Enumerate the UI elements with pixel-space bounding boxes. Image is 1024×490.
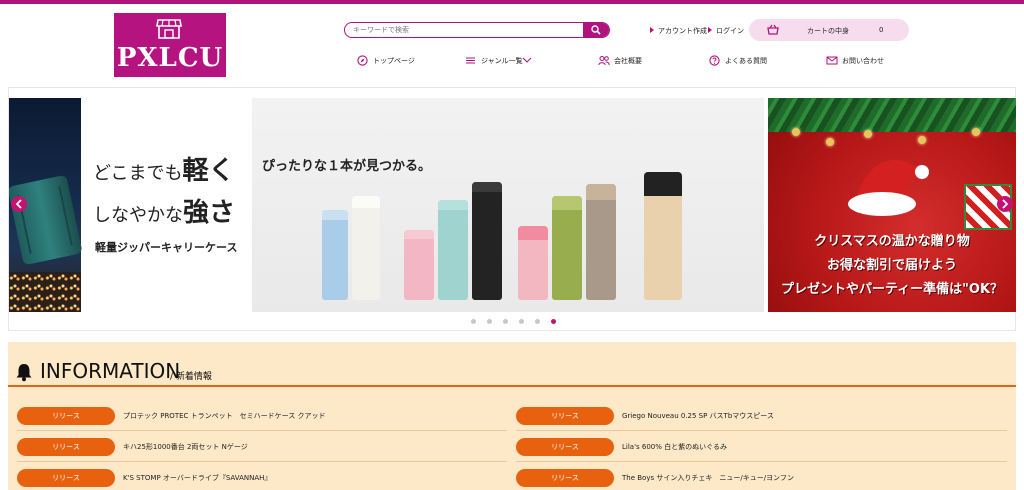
nav-faq-label: よくある質問 (725, 57, 767, 65)
ornament-image (918, 136, 926, 144)
slider-dot[interactable] (487, 319, 492, 324)
information-divider (8, 385, 1016, 387)
city-lights-image (9, 272, 81, 312)
bottle-image (322, 210, 348, 300)
bottle-image (472, 182, 502, 300)
news-divider (17, 461, 507, 462)
site-logo[interactable]: PXLCU (114, 13, 226, 77)
bottle-image (352, 196, 380, 300)
news-divider (17, 430, 507, 431)
carry-case-product-name: 軽量ジッパーキャリーケース (95, 241, 238, 254)
information-title: INFORMATION (40, 359, 181, 383)
cart-label: カートの中身 (807, 27, 849, 35)
ornament-image (826, 138, 834, 146)
news-badge: リリース (17, 438, 115, 456)
basket-icon (767, 24, 779, 35)
slide-christmas[interactable]: クリスマスの温かな贈り物 お得な割引で届けよう プレゼントやパーティー準備は"O… (768, 98, 1016, 312)
search-input[interactable] (353, 23, 578, 36)
search-icon (591, 25, 601, 35)
cart-count: 0 (879, 26, 884, 34)
nav-company-label: 会社概要 (614, 57, 642, 65)
information-section: INFORMATION / 新着情報 リリース プロテック PROTEC トラン… (8, 342, 1016, 490)
headline-1-big: 軽く (182, 156, 235, 186)
slider-dot[interactable] (519, 319, 524, 324)
search-button[interactable] (583, 23, 609, 37)
compass-icon (357, 55, 368, 66)
slider-next-button[interactable] (997, 196, 1013, 212)
cart-button[interactable]: カートの中身 0 (749, 19, 909, 41)
news-badge: リリース (516, 407, 614, 425)
chevron-right-icon (1002, 199, 1009, 209)
question-icon (709, 55, 720, 66)
news-divider (516, 461, 1007, 462)
news-badge: リリース (17, 469, 115, 487)
headline-2-big: 強さ (183, 198, 236, 228)
carry-case-headline-2: しなやかな強さ (93, 192, 235, 229)
headline-1-prefix: どこまでも (93, 163, 183, 184)
people-icon (598, 56, 610, 66)
slider-dot-active[interactable] (551, 319, 556, 324)
ornament-image (864, 130, 872, 138)
slider-dot[interactable] (503, 319, 508, 324)
news-badge: リリース (516, 438, 614, 456)
slide-bottles[interactable]: ぴったりな１本が見つかる。 (252, 98, 764, 312)
garland-image (768, 98, 1016, 132)
store-icon (156, 19, 182, 39)
bottle-image (586, 184, 616, 300)
news-badge: リリース (17, 407, 115, 425)
bell-icon (16, 364, 32, 382)
create-account-link[interactable]: アカウント作成 (650, 26, 707, 36)
nav-top-page-label: トップページ (373, 57, 415, 65)
logo-text: PXLCU (116, 43, 224, 73)
nav-genre-list-label: ジャンル一覧 (481, 57, 523, 65)
menu-icon (466, 57, 475, 64)
slide-carry-case[interactable]: どこまでも軽く しなやかな強さ 軽量ジッパーキャリーケース (9, 98, 249, 312)
slider-dot[interactable] (471, 319, 476, 324)
slider-dot[interactable] (535, 319, 540, 324)
chevron-down-icon (522, 57, 532, 63)
news-title[interactable]: Lila's 600% 白と紫のぬいぐるみ (622, 442, 727, 452)
caret-right-icon (650, 27, 654, 33)
caret-right-icon (708, 27, 712, 33)
hero-slider[interactable]: どこまでも軽く しなやかな強さ 軽量ジッパーキャリーケース ぴったりな１本が見つ… (8, 87, 1016, 331)
login-label: ログイン (716, 27, 744, 35)
suitcase-image (9, 174, 83, 266)
news-title[interactable]: The Boys サイン入りチェキ ニュー/キュー/ヨンフン (622, 473, 794, 483)
bottle-image (518, 226, 548, 300)
bottle-image (438, 200, 468, 300)
news-title[interactable]: キハ25形1000番台 2両セット Nゲージ (123, 442, 248, 452)
mail-icon (826, 56, 838, 65)
top-accent-bar (0, 0, 1024, 4)
news-title[interactable]: Griego Nouveau 0.25 SP バスTbマウスピース (622, 411, 774, 421)
bottles-caption: ぴったりな１本が見つかる。 (262, 159, 432, 174)
news-title[interactable]: プロテック PROTEC トランペット セミハードケース クアッド (123, 411, 326, 421)
search-box[interactable] (344, 22, 610, 38)
chevron-left-icon (15, 199, 22, 209)
news-title[interactable]: K'S STOMP オーバードライブ『SAVANNAH』 (123, 473, 271, 483)
ornament-image (792, 128, 800, 136)
login-link[interactable]: ログイン (708, 26, 744, 36)
news-divider (516, 430, 1007, 431)
information-subtitle: / 新着情報 (170, 372, 212, 382)
bottle-image (404, 230, 434, 300)
nav-contact-label: お問い合わせ (842, 57, 884, 65)
ornament-image (972, 128, 980, 136)
slider-prev-button[interactable] (11, 196, 27, 212)
christmas-line-1: クリスマスの温かな贈り物 (814, 234, 970, 249)
santa-hat-image (848, 160, 929, 216)
bottle-image (552, 196, 582, 300)
news-badge: リリース (516, 469, 614, 487)
create-account-label: アカウント作成 (658, 27, 707, 35)
carry-case-headline-1: どこまでも軽く (93, 150, 234, 187)
christmas-line-3: プレゼントやパーティー準備は"OK？ (780, 282, 1004, 297)
christmas-line-2: お得な割引で届けよう (826, 258, 957, 273)
headline-2-prefix: しなやかな (93, 205, 183, 226)
bottle-image (644, 172, 682, 300)
